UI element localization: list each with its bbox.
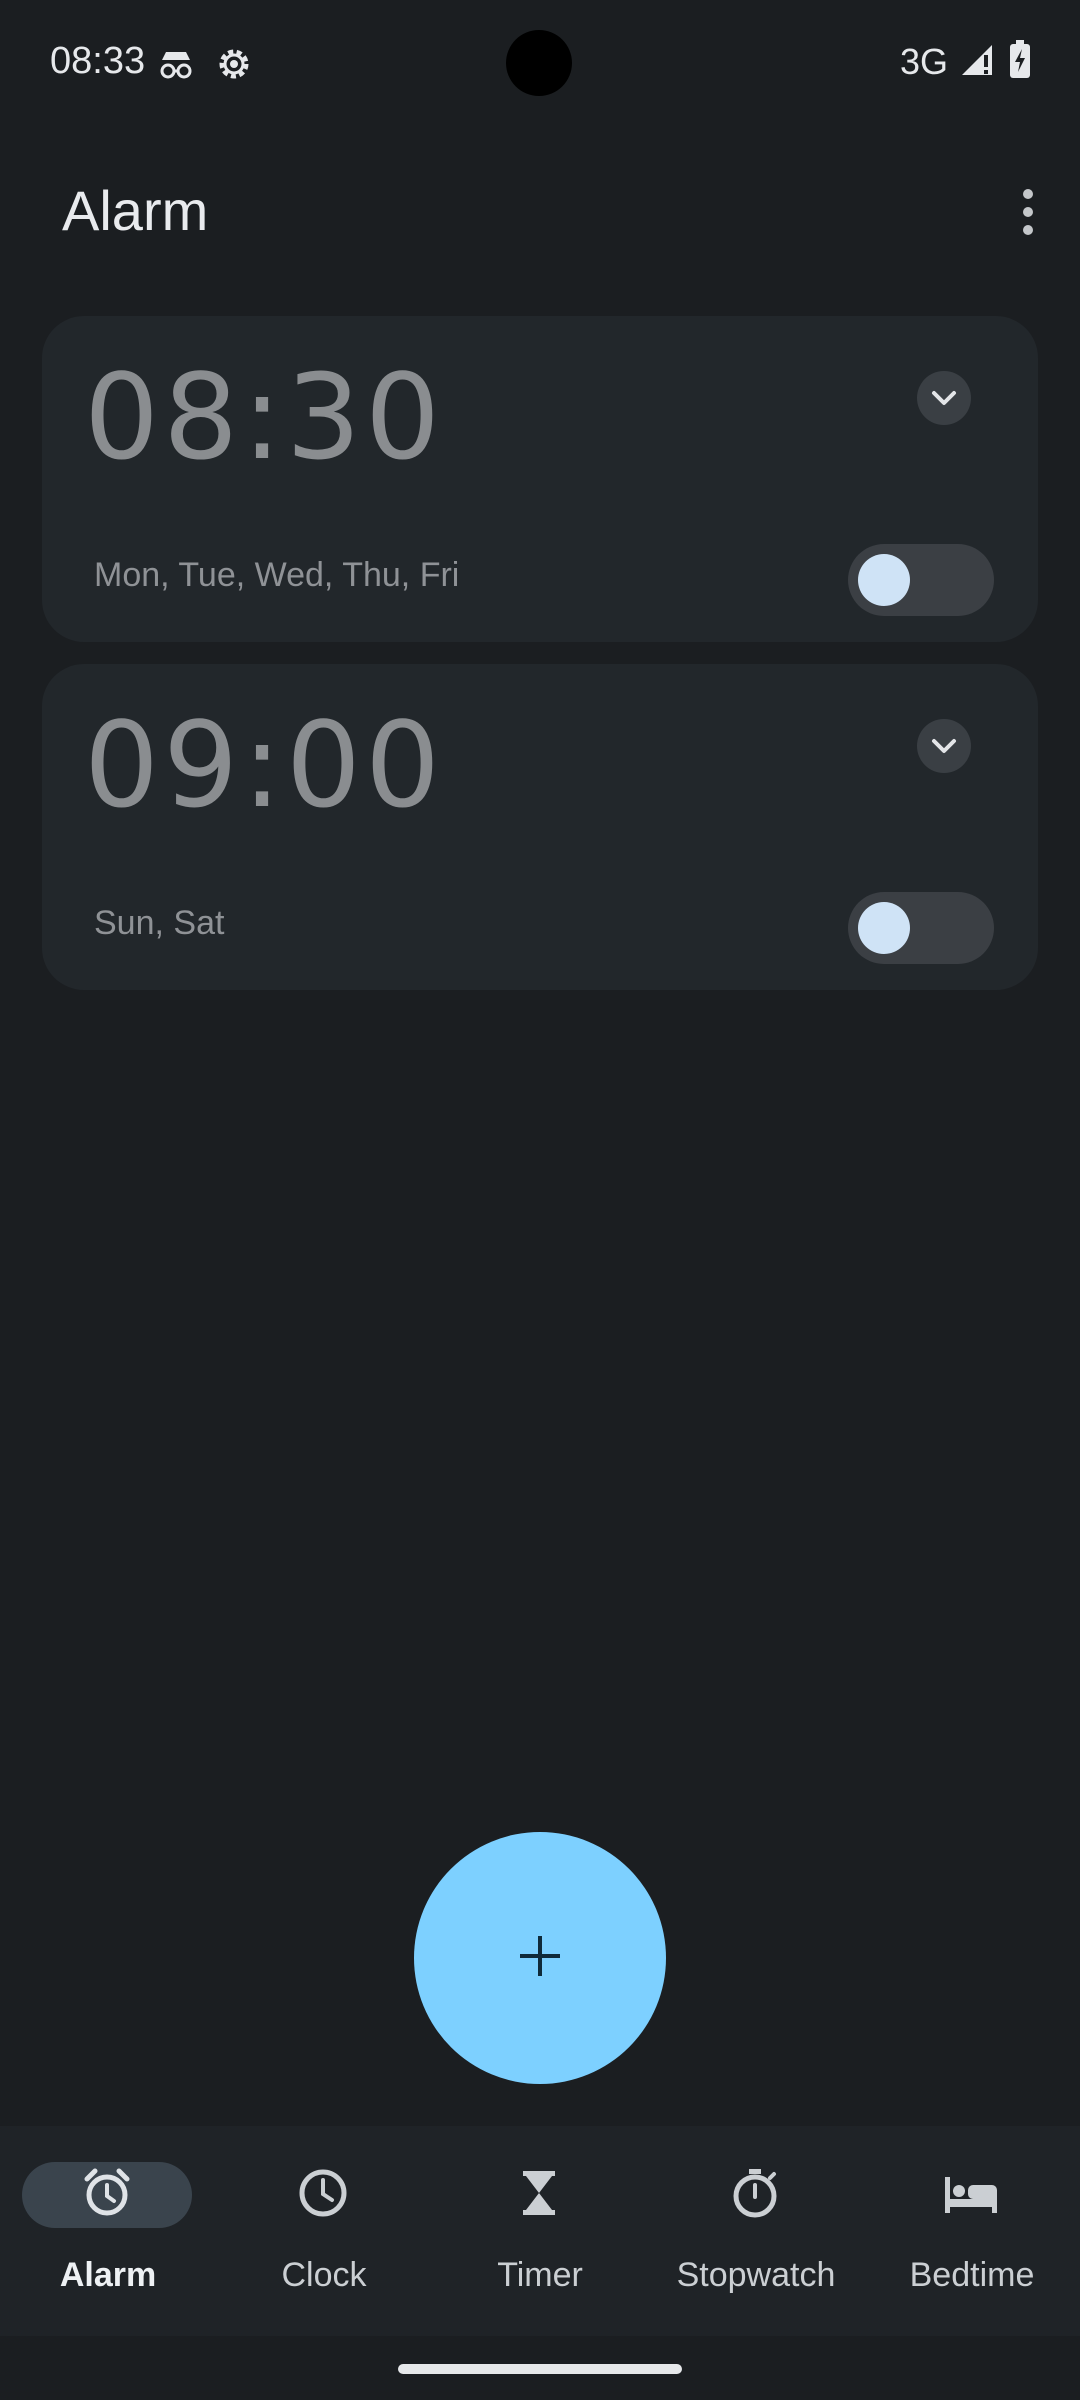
nav-item-stopwatch[interactable]: Stopwatch <box>648 2126 864 2336</box>
app-bar: Alarm <box>0 128 1080 294</box>
alarm-icon <box>79 2165 135 2226</box>
hourglass-icon <box>511 2165 567 2226</box>
incognito-icon <box>156 44 196 84</box>
alarm-card[interactable]: 09:00 Sun, Sat <box>42 664 1038 990</box>
status-bar: 08:33 3G <box>0 0 1080 128</box>
nav-item-clock[interactable]: Clock <box>216 2126 432 2336</box>
nav-indicator <box>22 2162 192 2228</box>
settings-gear-icon <box>214 44 254 84</box>
expand-alarm-button[interactable] <box>892 684 996 808</box>
nav-item-alarm[interactable]: Alarm <box>0 2126 216 2336</box>
nav-indicator <box>886 2162 1056 2228</box>
plus-icon <box>518 1934 562 1983</box>
more-vert-icon <box>1021 188 1035 241</box>
nav-label: Timer <box>497 2256 583 2294</box>
page-title: Alarm <box>62 179 209 242</box>
alarm-toggle[interactable] <box>848 892 994 964</box>
chevron-down-icon <box>917 719 971 773</box>
alarm-days[interactable]: Sun, Sat <box>94 904 224 943</box>
nav-indicator <box>670 2162 840 2228</box>
bed-icon <box>941 2165 1001 2226</box>
nav-label: Alarm <box>59 2256 157 2294</box>
alarm-time[interactable]: 08:30 <box>84 348 444 486</box>
network-type: 3G <box>899 40 948 82</box>
stopwatch-icon <box>727 2165 783 2226</box>
toggle-knob <box>858 902 910 954</box>
expand-alarm-button[interactable] <box>892 336 996 460</box>
gesture-navigation-bar[interactable] <box>398 2364 682 2374</box>
nav-item-timer[interactable]: Timer <box>432 2126 648 2336</box>
alarm-time[interactable]: 09:00 <box>84 696 444 834</box>
add-alarm-button[interactable] <box>414 1832 666 2084</box>
more-options-button[interactable] <box>976 146 1080 282</box>
chevron-down-icon <box>917 371 971 425</box>
nav-item-bedtime[interactable]: Bedtime <box>864 2126 1080 2336</box>
battery-charging-icon <box>1008 40 1032 83</box>
camera-cutout <box>506 30 572 96</box>
alarm-card[interactable]: 08:30 Mon, Tue, Wed, Thu, Fri <box>42 316 1038 642</box>
nav-indicator <box>454 2162 624 2228</box>
nav-label: Bedtime <box>909 2256 1035 2294</box>
status-right-group: 3G <box>900 40 1032 83</box>
cell-signal-icon <box>960 41 996 82</box>
alarm-days[interactable]: Mon, Tue, Wed, Thu, Fri <box>94 556 459 595</box>
status-time: 08:33 <box>50 40 146 82</box>
clock-icon <box>295 2165 351 2226</box>
toggle-knob <box>858 554 910 606</box>
nav-label: Clock <box>281 2256 367 2294</box>
nav-indicator <box>238 2162 408 2228</box>
alarm-toggle[interactable] <box>848 544 994 616</box>
nav-label: Stopwatch <box>676 2256 836 2294</box>
bottom-navigation: Alarm Clock Timer Stopwatch Bedtime <box>0 2126 1080 2336</box>
